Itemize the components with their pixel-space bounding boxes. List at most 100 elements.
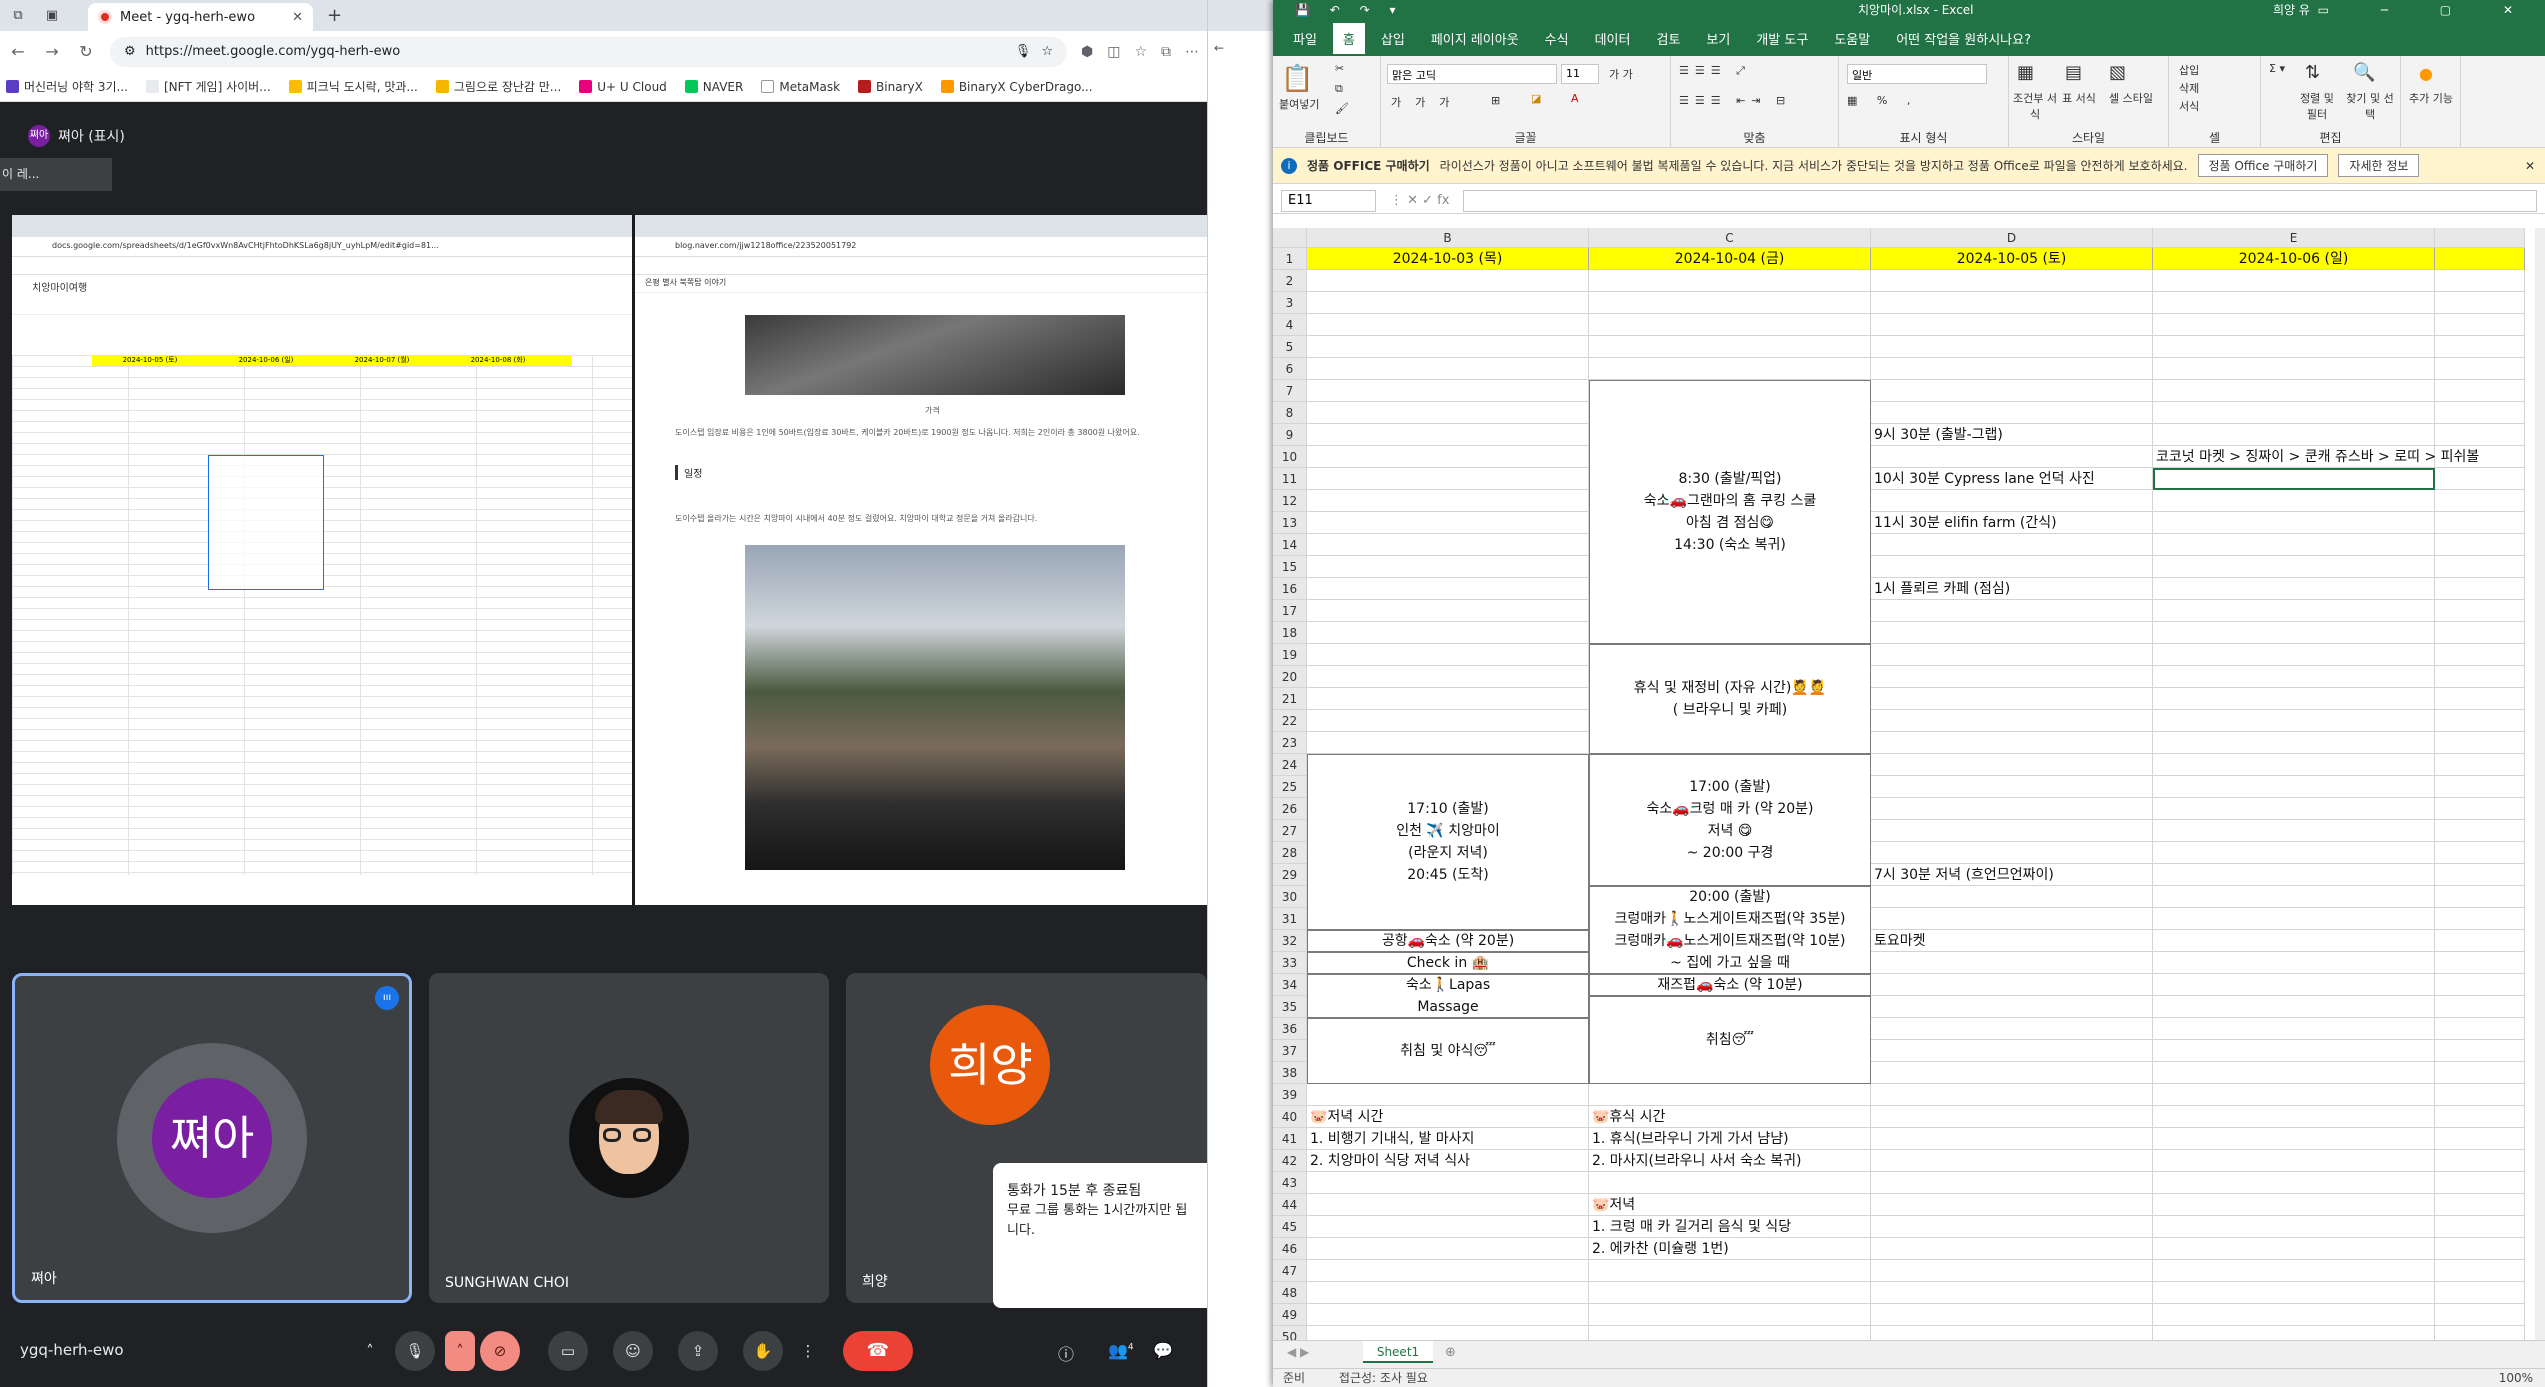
bookmark-item[interactable]: 머신러닝 야학 3기...	[6, 78, 128, 95]
cell[interactable]	[1589, 314, 1871, 336]
cell[interactable]	[2153, 578, 2435, 600]
cell[interactable]	[2153, 490, 2435, 512]
column-header[interactable]: D	[1871, 228, 2153, 248]
cell[interactable]	[1307, 1326, 1589, 1340]
cell[interactable]	[2153, 886, 2435, 908]
more-icon[interactable]: ⋯	[1185, 44, 1199, 60]
row-header[interactable]: 8	[1273, 402, 1307, 424]
fill-color-icon[interactable]: ◪	[1531, 92, 1541, 105]
cell[interactable]	[1871, 1106, 2153, 1128]
sheet-nav-icons[interactable]: ◀ ▶	[1287, 1345, 1309, 1359]
cell[interactable]	[2435, 886, 2525, 908]
cell[interactable]	[1871, 1128, 2153, 1150]
cell[interactable]	[1871, 600, 2153, 622]
cell[interactable]	[2153, 358, 2435, 380]
cell[interactable]	[1307, 1238, 1589, 1260]
cell[interactable]	[2435, 1238, 2525, 1260]
row-header[interactable]: 33	[1273, 952, 1307, 974]
cell[interactable]	[1589, 358, 1871, 380]
cell[interactable]	[2153, 820, 2435, 842]
cell[interactable]	[2153, 908, 2435, 930]
row-header[interactable]: 40	[1273, 1106, 1307, 1128]
name-box[interactable]: E11	[1281, 189, 1376, 212]
audio-options-icon[interactable]: ˄	[355, 1331, 385, 1371]
cell[interactable]	[2153, 270, 2435, 292]
table-format-icon[interactable]: ▤	[2065, 62, 2082, 83]
cell[interactable]	[2153, 314, 2435, 336]
cell[interactable]	[2153, 622, 2435, 644]
bookmark-star-icon[interactable]: ☆	[1041, 44, 1053, 59]
cell[interactable]	[2153, 336, 2435, 358]
extension-icon[interactable]: ⬢	[1081, 44, 1093, 60]
cell[interactable]	[2435, 1040, 2525, 1062]
cell[interactable]	[2153, 710, 2435, 732]
sidebar-icon[interactable]: ◫	[1107, 44, 1120, 60]
sheet-tab[interactable]: Sheet1	[1363, 1341, 1433, 1363]
row-header[interactable]: 7	[1273, 380, 1307, 402]
cell[interactable]	[2435, 732, 2525, 754]
cell[interactable]	[2153, 1040, 2435, 1062]
cell[interactable]	[2435, 1172, 2525, 1194]
cell[interactable]	[1871, 1282, 2153, 1304]
cell[interactable]	[1307, 402, 1589, 424]
cell[interactable]	[2435, 644, 2525, 666]
cell[interactable]	[2153, 534, 2435, 556]
tab-home[interactable]: 홈	[1332, 22, 1365, 54]
cell[interactable]	[2153, 798, 2435, 820]
cell[interactable]	[2153, 644, 2435, 666]
row-header[interactable]: 16	[1273, 578, 1307, 600]
row-header[interactable]: 15	[1273, 556, 1307, 578]
tab-review[interactable]: 검토	[1656, 29, 1680, 48]
captions-button[interactable]: ▭	[548, 1331, 588, 1371]
date-header-cell[interactable]: 2024-10-06 (일)	[2153, 248, 2435, 270]
row-header[interactable]: 34	[1273, 974, 1307, 996]
cell[interactable]	[2435, 952, 2525, 974]
cell[interactable]	[2153, 732, 2435, 754]
date-header-cell[interactable]	[2435, 248, 2525, 270]
find-select-button[interactable]: 찾기 및 선택	[2345, 90, 2395, 122]
cell[interactable]	[2153, 754, 2435, 776]
more-options-icon[interactable]: ⋮	[798, 1331, 818, 1371]
cell[interactable]	[2153, 1106, 2435, 1128]
cell[interactable]	[1307, 688, 1589, 710]
merged-cell-b-massage[interactable]: 숙소🚶Lapas Massage	[1307, 974, 1589, 1018]
cell[interactable]	[2153, 402, 2435, 424]
cell[interactable]	[2153, 424, 2435, 446]
cell[interactable]	[2435, 688, 2525, 710]
cell[interactable]	[2153, 600, 2435, 622]
cell[interactable]	[1871, 1062, 2153, 1084]
row-header[interactable]: 42	[1273, 1150, 1307, 1172]
row-header[interactable]: 4	[1273, 314, 1307, 336]
url-field[interactable]: ⚙ https://meet.google.com/ygq-herh-ewo 🎙…	[110, 36, 1067, 67]
cell[interactable]	[1307, 512, 1589, 534]
cell[interactable]	[1871, 446, 2153, 468]
row-header[interactable]: 26	[1273, 798, 1307, 820]
row-header[interactable]: 13	[1273, 512, 1307, 534]
date-header-cell[interactable]: 2024-10-05 (토)	[1871, 248, 2153, 270]
cell[interactable]	[1307, 314, 1589, 336]
row-header[interactable]: 3	[1273, 292, 1307, 314]
close-tab-icon[interactable]: ✕	[292, 10, 303, 25]
row-header[interactable]: 18	[1273, 622, 1307, 644]
bookmark-item[interactable]: 그림으로 장난감 만...	[435, 78, 561, 95]
cell[interactable]	[1871, 314, 2153, 336]
forward-icon[interactable]: →	[42, 42, 62, 61]
cell[interactable]	[2153, 1282, 2435, 1304]
tab-developer[interactable]: 개발 도구	[1756, 29, 1808, 48]
mic-icon[interactable]: 🎙	[1015, 44, 1032, 59]
cell-style-icon[interactable]: ▧	[2109, 62, 2126, 83]
merged-cell-c-night[interactable]: 20:00 (출발) 크렁매카🚶노스게이트재즈펍(약 35분) 크렁매카🚗노스게이트…	[1589, 886, 1871, 974]
cell[interactable]	[2153, 292, 2435, 314]
tab-view[interactable]: 보기	[1706, 29, 1730, 48]
cell[interactable]	[2153, 1018, 2435, 1040]
row-header[interactable]: 49	[1273, 1304, 1307, 1326]
cell[interactable]	[1307, 380, 1589, 402]
cell[interactable]	[2435, 974, 2525, 996]
row-header[interactable]: 38	[1273, 1062, 1307, 1084]
profile-icon[interactable]: ⧉	[6, 4, 30, 28]
cell[interactable]	[2435, 842, 2525, 864]
merged-cell-c-morning[interactable]: 8:30 (출발/픽업) 숙소🚗그랜마의 홈 쿠킹 스쿨 아침 겸 점심😋 14:30…	[1589, 380, 1871, 644]
tab-search-icon[interactable]: ▣	[40, 4, 64, 28]
row-header[interactable]: 9	[1273, 424, 1307, 446]
cell[interactable]	[2435, 1128, 2525, 1150]
